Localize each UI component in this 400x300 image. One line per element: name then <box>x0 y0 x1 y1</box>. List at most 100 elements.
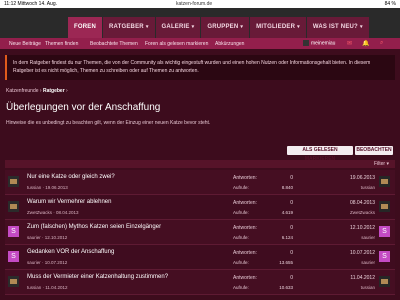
replies-count: 0 <box>290 200 293 206</box>
replies-count: 0 <box>290 175 293 181</box>
last-post-date[interactable]: 08.04.2013 <box>331 200 375 206</box>
thread-author[interactable]: saurier <box>27 235 41 240</box>
thread-author[interactable]: ZwetZwacks <box>27 210 52 215</box>
breadcrumb-current[interactable]: Ratgeber <box>43 88 65 94</box>
tab-label: FOREN <box>74 24 96 30</box>
shortcuts-link[interactable]: Abkürzungen <box>215 41 244 47</box>
last-post-date[interactable]: 19.06.2013 <box>331 175 375 181</box>
last-post-user[interactable]: ZwetZwacks <box>331 210 375 215</box>
replies-label: Antworten: <box>233 275 257 281</box>
page-description: Hinweise die es unbedingt zu beachten gi… <box>6 120 211 126</box>
thread-title[interactable]: Muss der Vermieter einer Katzenhaltung z… <box>27 274 168 280</box>
tab-foren[interactable]: FOREN <box>68 17 102 38</box>
page-content: In dem Ratgeber findest du nur Themen, d… <box>0 49 400 300</box>
thread-row[interactable]: Warum wir Vermehrer ablehnen ZwetZwacks ·… <box>5 195 395 220</box>
tab-was-ist-neu[interactable]: WAS IST NEU? ▾ <box>306 17 369 38</box>
last-poster-avatar[interactable] <box>379 176 390 187</box>
nav-tabs: FOREN RATGEBER ▾ GALERIE ▾ GRUPPEN ▾ MITGLIEDER… <box>68 17 370 38</box>
tab-label: MITGLIEDER <box>256 24 296 30</box>
last-post-date[interactable]: 11.04.2012 <box>331 275 375 281</box>
tab-label: WAS IST NEU? <box>312 24 358 30</box>
alerts-icon[interactable]: 🔔 <box>362 40 369 47</box>
replies-label: Antworten: <box>233 225 257 231</box>
thread-row[interactable]: S Gedanken VOR der Anschaffung saurier · 1… <box>5 245 395 270</box>
battery-level: 84 % <box>384 1 396 7</box>
breadcrumb: Katzenfreunde › Ratgeber › <box>6 88 68 94</box>
thread-author[interactable]: tussian <box>27 185 41 190</box>
author-avatar[interactable] <box>8 276 19 287</box>
thread-row[interactable]: S Zum (falschen) Mythos Katzen seien Einz… <box>5 220 395 245</box>
replies-count: 0 <box>290 225 293 231</box>
tab-label: GALERIE <box>161 24 190 30</box>
views-count: 4.619 <box>281 210 293 215</box>
last-post-date[interactable]: 10.07.2012 <box>331 250 375 256</box>
views-label: Aufrufe: <box>233 235 249 240</box>
thread-meta: saurier · 10.07.2012 <box>27 260 68 265</box>
chevron-down-icon: ▾ <box>359 24 363 30</box>
last-post-user[interactable]: saurier <box>331 235 375 240</box>
url-domain[interactable]: katzen-forum.de <box>176 1 212 7</box>
thread-title[interactable]: Zum (falschen) Mythos Katzen seien Einze… <box>27 224 161 230</box>
thread-title[interactable]: Gedanken VOR der Anschaffung <box>27 249 114 255</box>
watch-button[interactable]: BEOBACHTEN <box>355 146 393 155</box>
tab-mitglieder[interactable]: MITGLIEDER ▾ <box>250 17 306 38</box>
breadcrumb-parent[interactable]: Katzenfreunde <box>6 88 39 94</box>
page-title: Überlegungen vor der Anschaffung <box>6 102 161 113</box>
thread-author[interactable]: saurier <box>27 260 41 265</box>
last-post-user[interactable]: saurier <box>331 260 375 265</box>
avatar <box>303 40 309 46</box>
tab-ratgeber[interactable]: RATGEBER ▾ <box>103 17 155 38</box>
thread-meta: tussian · 11.04.2012 <box>27 285 68 290</box>
last-poster-avatar[interactable]: S <box>379 251 390 262</box>
views-label: Aufrufe: <box>233 185 249 190</box>
user-menu[interactable]: meinemiau <box>303 40 335 46</box>
thread-title[interactable]: Warum wir Vermehrer ablehnen <box>27 199 111 205</box>
status-bar: 11:12 Mittwoch 14. Aug. katzen-forum.de … <box>0 0 400 8</box>
chevron-down-icon: ▾ <box>297 24 300 30</box>
author-avatar[interactable] <box>8 201 19 212</box>
thread-start-date: 08.04.2013 <box>56 210 79 215</box>
mark-read-button[interactable]: ALS GELESEN MARKIEREN <box>287 146 353 162</box>
last-poster-avatar[interactable] <box>379 276 390 287</box>
find-threads-link[interactable]: Themen finden <box>45 41 78 47</box>
mark-forums-read-link[interactable]: Foren als gelesen markieren <box>145 41 208 47</box>
chevron-down-icon: ▾ <box>145 24 149 30</box>
views-count: 8.840 <box>281 185 293 190</box>
thread-start-date: 19.06.2013 <box>45 185 68 190</box>
thread-row[interactable]: Muss der Vermieter einer Katzenhaltung z… <box>5 270 395 295</box>
tab-gruppen[interactable]: GRUPPEN ▾ <box>201 17 250 38</box>
views-count: 10.633 <box>279 285 293 290</box>
author-avatar[interactable]: S <box>8 226 19 237</box>
filter-dropdown[interactable]: Filter ▾ <box>374 161 389 167</box>
last-poster-avatar[interactable] <box>379 201 390 212</box>
views-count: 13.655 <box>279 260 293 265</box>
inbox-icon[interactable]: ✉ <box>347 40 352 47</box>
tab-galerie[interactable]: GALERIE ▾ <box>155 17 201 38</box>
thread-start-date: 11.04.2012 <box>45 285 68 290</box>
views-label: Aufrufe: <box>233 210 249 215</box>
last-post-date[interactable]: 12.10.2012 <box>331 225 375 231</box>
replies-count: 0 <box>290 275 293 281</box>
thread-row[interactable]: Nur eine Katze oder gleich zwei? tussian … <box>5 170 395 195</box>
tab-label: GRUPPEN <box>207 24 239 30</box>
author-avatar[interactable]: S <box>8 251 19 262</box>
views-count: 6.124 <box>281 235 293 240</box>
last-poster-avatar[interactable]: S <box>379 226 390 237</box>
replies-label: Antworten: <box>233 250 257 256</box>
author-avatar[interactable] <box>8 176 19 187</box>
replies-label: Antworten: <box>233 175 257 181</box>
new-posts-link[interactable]: Neue Beiträge <box>9 41 41 47</box>
status-time: 11:12 Mittwoch 14. Aug. <box>4 1 58 7</box>
watched-threads-link[interactable]: Beobachtete Themen <box>90 41 138 47</box>
thread-meta: ZwetZwacks · 08.04.2013 <box>27 210 79 215</box>
main-navigation: FOREN RATGEBER ▾ GALERIE ▾ GRUPPEN ▾ MITGLIEDER… <box>0 8 400 38</box>
thread-title[interactable]: Nur eine Katze oder gleich zwei? <box>27 174 115 180</box>
thread-start-date: 12.10.2012 <box>44 235 68 240</box>
search-icon[interactable]: ⌕ <box>380 40 383 47</box>
filter-bar: Filter ▾ <box>5 160 395 168</box>
thread-list: Nur eine Katze oder gleich zwei? tussian … <box>5 170 395 295</box>
last-post-user[interactable]: tussian <box>331 185 375 190</box>
last-post-user[interactable]: tussian <box>331 285 375 290</box>
chevron-down-icon: ▾ <box>191 24 195 30</box>
thread-author[interactable]: tussian <box>27 285 41 290</box>
